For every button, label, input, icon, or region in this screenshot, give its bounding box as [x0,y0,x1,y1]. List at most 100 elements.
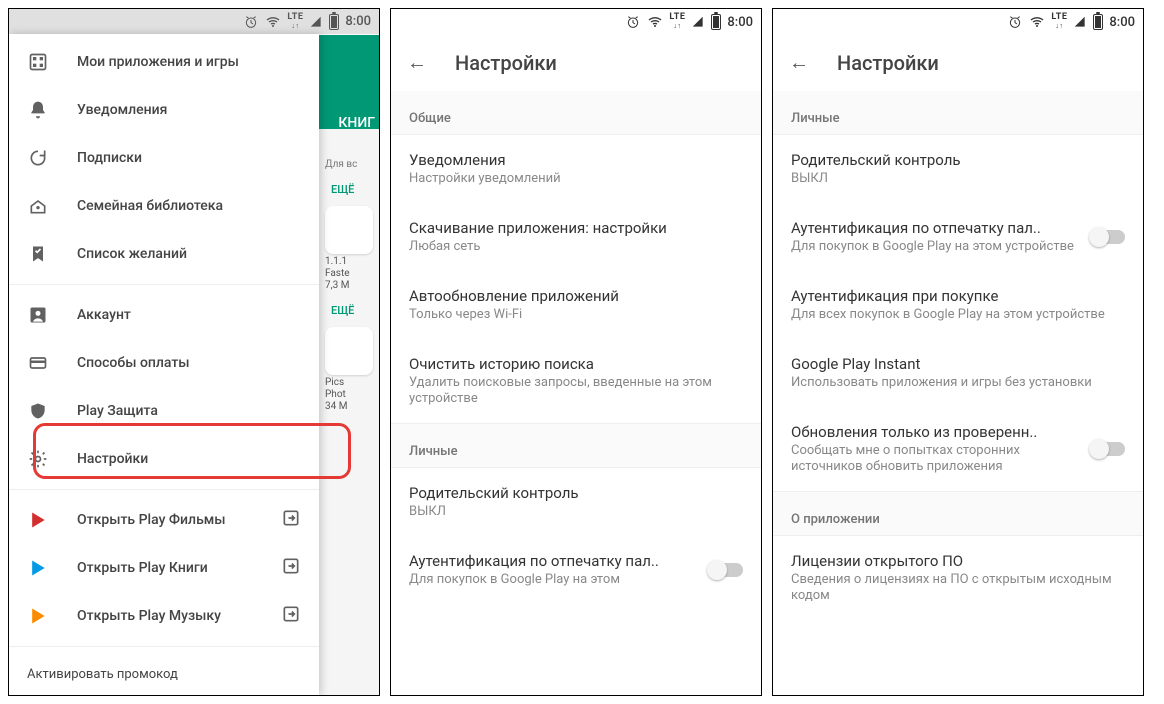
wifi-icon [647,14,663,30]
row-download[interactable]: Скачивание приложения: настройки Любая се… [391,203,761,271]
signal-icon [691,15,705,29]
drawer-open-books[interactable]: Открыть Play Книги [9,544,319,592]
open-icon [281,604,301,628]
open-icon [281,556,301,580]
row-parental[interactable]: Родительский контрольВЫКЛ [391,468,761,536]
drawer-family[interactable]: Семейная библиотека [9,182,319,230]
app-bar: ← Настройки [773,35,1143,91]
play-books-icon [27,558,49,578]
row-instant[interactable]: Google Play Instant Использовать приложен… [773,339,1143,407]
wifi-icon [1029,14,1045,30]
lte-indicator: LTE↓↑ [669,13,685,31]
row-auth-purchase[interactable]: Аутентификация при покупке Для всех покуп… [773,271,1143,339]
page-title: Настройки [837,51,939,75]
row-sub: Для всех покупок в Google Play на этом у… [791,307,1125,323]
drawer-label: Открыть Play Музыку [77,608,221,624]
battery-icon [1093,14,1103,30]
row-title: Автообновление приложений [409,287,743,305]
drawer-notifications[interactable]: Уведомления [9,86,319,134]
drawer-label: Список желаний [77,246,187,262]
row-sub: Любая сеть [409,239,743,255]
drawer-settings[interactable]: Настройки [9,435,319,483]
row-sub: Удалить поисковые запросы, введенные на … [409,375,743,407]
phone-1: LTE↓↑ 8:00 КНИГ Для вс ЕЩЁ 1.1.1 Faste 7… [8,8,380,696]
back-button[interactable]: ← [789,50,809,75]
alarm-icon [243,14,259,30]
drawer-label: Настройки [77,451,148,467]
switch-toggle[interactable] [1091,230,1125,244]
row-autoupdate[interactable]: Автообновление приложенийТолько через Wi… [391,271,761,339]
row-clear-history[interactable]: Очистить историю поискаУдалить поисковые… [391,339,761,423]
row-sub: Сообщать мне о попытках сторонних источн… [791,443,1079,475]
row-title: Google Play Instant [791,355,1125,373]
status-bar: LTE↓↑ 8:00 [391,9,761,35]
clock: 8:00 [727,15,753,30]
row-licenses[interactable]: Лицензии открытого ПОСведения о лицензия… [773,536,1143,620]
drawer-label: Уведомления [77,102,167,118]
drawer-account[interactable]: Аккаунт [9,291,319,339]
settings-content[interactable]: Общие УведомленияНастройки уведомлений С… [391,91,761,695]
bookmark-icon [27,244,49,264]
row-title: Аутентификация по отпечатку пал.. [409,552,697,570]
row-sub: ВЫКЛ [791,171,1125,187]
bg-app-title: 1.1.1 [325,256,379,268]
row-title: Аутентификация при покупке [791,287,1125,305]
section-general: Общие [391,91,761,135]
clock: 8:00 [345,14,371,29]
alarm-icon [625,14,641,30]
row-parental[interactable]: Родительский контрольВЫКЛ [773,135,1143,203]
bg-app-thumb [325,206,373,254]
refresh-icon [27,148,49,168]
status-bar: LTE↓↑ 8:00 [9,9,379,34]
bg-app-size: 7,3 M [325,280,379,292]
gear-icon [27,449,49,469]
play-movies-icon [27,510,49,530]
open-icon [281,508,301,532]
drawer-open-movies[interactable]: Открыть Play Фильмы [9,496,319,544]
bg-more: ЕЩЁ [331,183,379,196]
row-fingerprint[interactable]: Аутентификация по отпечатку пал..Для пок… [773,203,1143,271]
row-title: Скачивание приложения: настройки [409,219,743,237]
drawer-open-music[interactable]: Открыть Play Музыку [9,592,319,640]
section-about: О приложении [773,491,1143,536]
settings-content[interactable]: Личные Родительский контрольВЫКЛ Аутенти… [773,91,1143,695]
clock: 8:00 [1109,15,1135,30]
row-verified-updates[interactable]: Обновления только из проверенн.. Сообщать… [773,407,1143,491]
drawer-promo[interactable]: Активировать промокод [9,653,319,695]
drawer-label: Play Защита [77,403,158,419]
drawer-label: Аккаунт [77,307,131,323]
row-notifications[interactable]: УведомленияНастройки уведомлений [391,135,761,203]
drawer-protect[interactable]: Play Защита [9,387,319,435]
switch-toggle[interactable] [709,563,743,577]
status-bar: LTE↓↑ 8:00 [773,9,1143,35]
section-personal: Личные [773,91,1143,135]
drawer-label: Способы оплаты [77,355,190,371]
drawer-payment[interactable]: Способы оплаты [9,339,319,387]
row-sub: Использовать приложения и игры без устан… [791,375,1125,391]
row-title: Обновления только из проверенн.. [791,423,1079,441]
drawer-my-apps[interactable]: Мои приложения и игры [9,38,319,86]
app-bar: ← Настройки [391,35,761,91]
row-fingerprint[interactable]: Аутентификация по отпечатку пал..Для пок… [391,536,761,604]
row-sub: Сведения о лицензиях на ПО с открытым ис… [791,572,1125,604]
drawer-label: Семейная библиотека [77,198,223,214]
row-sub: Настройки уведомлений [409,171,743,187]
phone-3: LTE↓↑ 8:00 ← Настройки Личные Родительск… [772,8,1144,696]
account-icon [27,305,49,325]
drawer-subscriptions[interactable]: Подписки [9,134,319,182]
bg-app-title: Pics [325,377,379,389]
drawer-wishlist[interactable]: Список желаний [9,230,319,278]
drawer-label: Подписки [77,150,142,166]
signal-icon [1073,15,1087,29]
shield-icon [27,401,49,421]
apps-icon [27,52,49,72]
back-button[interactable]: ← [407,50,427,75]
phone-2: LTE↓↑ 8:00 ← Настройки Общие Уведомления… [390,8,762,696]
divider [9,646,319,647]
nav-drawer[interactable]: Мои приложения и игры Уведомления Подпис… [9,34,319,695]
store-cards-strip: Для вс ЕЩЁ 1.1.1 Faste 7,3 M ЕЩЁ Pics Ph… [319,129,379,695]
switch-toggle[interactable] [1091,442,1125,456]
signal-icon [309,15,323,29]
drawer-label: Открыть Play Книги [77,560,208,576]
battery-icon [711,14,721,30]
